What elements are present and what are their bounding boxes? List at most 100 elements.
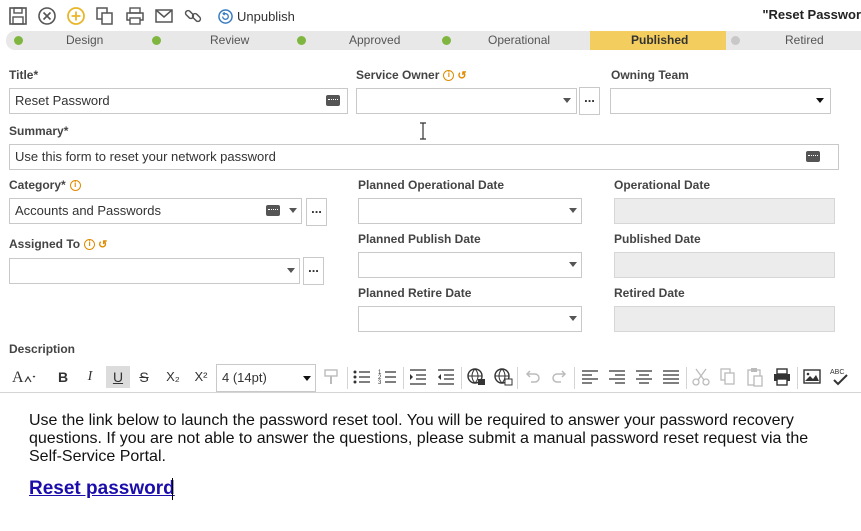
description-label: Description [9,342,76,356]
keyboard-icon[interactable] [266,205,280,216]
copy-icon[interactable] [95,6,115,26]
refresh-icon[interactable]: ↺ [457,69,466,82]
assigned-to-select[interactable] [9,258,300,284]
toolbar-divider [574,367,575,389]
chevron-down-icon [569,262,577,267]
print-editor-icon[interactable] [772,366,792,388]
stage-label: Approved [349,33,401,47]
link-icon[interactable] [183,6,203,26]
assigned-to-label-row: Assigned To i ↺ [9,237,107,251]
bold-button[interactable]: B [55,366,71,388]
stage-complete-dot [152,36,161,45]
subscript-button[interactable]: X₂ [162,366,184,388]
align-center-icon[interactable] [634,366,654,388]
email-icon[interactable] [154,6,174,26]
font-style-icon[interactable]: A [10,366,36,388]
service-owner-select[interactable] [356,88,577,114]
align-justify-icon[interactable] [661,366,681,388]
align-right-icon[interactable] [607,366,627,388]
rich-text-toolbar: A B I U S X₂ X² 4 (14pt) 123 ABC [0,361,861,393]
italic-button[interactable]: I [82,366,98,388]
retired-date-label: Retired Date [614,286,685,300]
keyboard-icon[interactable] [326,95,340,106]
bullet-list-icon[interactable] [352,366,372,388]
stage-review[interactable]: Review [151,31,296,50]
cut-icon[interactable] [691,366,711,388]
category-value: Accounts and Passwords [15,203,161,218]
planned-publish-date-picker[interactable] [358,252,582,278]
remove-link-globe-icon[interactable] [493,366,513,388]
stage-retired[interactable]: Retired [726,31,861,50]
chevron-down-icon [563,98,571,103]
underline-button[interactable]: U [106,366,130,388]
stage-label: Review [210,33,250,47]
align-left-icon[interactable] [580,366,600,388]
top-toolbar: Unpublish "Reset Passwor [0,0,861,31]
toolbar-divider [686,367,687,389]
description-editor[interactable]: Use the link below to launch the passwor… [0,396,861,531]
lifecycle-bar: Design Review Approved Operational Publi… [6,31,861,50]
copy-text-icon[interactable] [718,366,738,388]
spellcheck-icon[interactable]: ABC [829,366,849,388]
keyboard-icon[interactable] [806,151,820,162]
toolbar-divider [797,367,798,389]
insert-link-globe-icon[interactable] [466,366,486,388]
summary-value: Use this form to reset your network pass… [15,149,276,164]
toolbar-divider [403,367,404,389]
undo-icon[interactable] [523,366,543,388]
toolbar-divider [517,367,518,389]
assigned-to-lookup-button[interactable]: ... [303,257,324,285]
stage-published[interactable]: Published [590,31,726,50]
refresh-icon[interactable]: ↺ [98,238,107,251]
svg-text:A: A [12,369,24,386]
svg-text:3: 3 [378,380,382,386]
operational-date-label: Operational Date [614,178,711,192]
save-icon[interactable] [8,6,28,26]
title-input[interactable]: Reset Password [9,88,348,114]
planned-operational-date-picker[interactable] [358,198,582,224]
format-painter-icon[interactable] [322,366,342,388]
superscript-button[interactable]: X² [190,366,212,388]
stage-approved[interactable]: Approved [296,31,441,50]
info-icon[interactable]: i [69,179,81,191]
summary-input[interactable]: Use this form to reset your network pass… [9,144,839,170]
numbered-list-icon[interactable]: 123 [378,366,398,388]
unpublish-label: Unpublish [237,8,295,24]
paste-icon[interactable] [745,366,765,388]
stage-complete-dot [14,36,23,45]
service-owner-lookup-button[interactable]: ... [579,87,600,115]
add-icon[interactable] [66,6,86,26]
print-icon[interactable] [125,6,145,26]
font-size-value: 4 (14pt) [222,370,267,385]
chevron-down-icon [569,208,577,213]
outdent-icon[interactable] [436,366,456,388]
info-icon[interactable]: i [84,238,96,250]
planned-retire-date-picker[interactable] [358,306,582,332]
stage-label: Operational [488,33,551,47]
cancel-icon[interactable] [37,6,57,26]
unpublish-button[interactable]: Unpublish [218,6,295,26]
category-lookup-button[interactable]: ... [306,198,327,226]
owning-team-select[interactable] [610,88,831,114]
font-size-select[interactable]: 4 (14pt) [216,364,316,392]
stage-design[interactable]: Design [6,31,151,50]
redo-icon[interactable] [549,366,569,388]
owning-team-label: Owning Team [611,68,689,82]
insert-image-icon[interactable] [802,366,822,388]
category-label: Category* [9,178,66,192]
info-icon[interactable]: i [443,69,455,81]
category-select[interactable]: Accounts and Passwords [9,198,302,224]
svg-text:ABC: ABC [830,369,844,376]
description-body-text: Use the link below to launch the passwor… [29,412,809,465]
strikethrough-button[interactable]: S [136,366,152,388]
indent-icon[interactable] [408,366,428,388]
published-date-label: Published Date [614,232,701,246]
toolbar-divider [347,367,348,389]
chevron-down-icon [289,208,297,213]
reset-password-link[interactable]: Reset password [29,478,175,500]
stage-complete-dot [442,36,451,45]
text-caret [172,478,173,500]
published-date-field [614,252,835,278]
stage-operational[interactable]: Operational [441,31,590,50]
stage-label: Retired [785,33,824,47]
